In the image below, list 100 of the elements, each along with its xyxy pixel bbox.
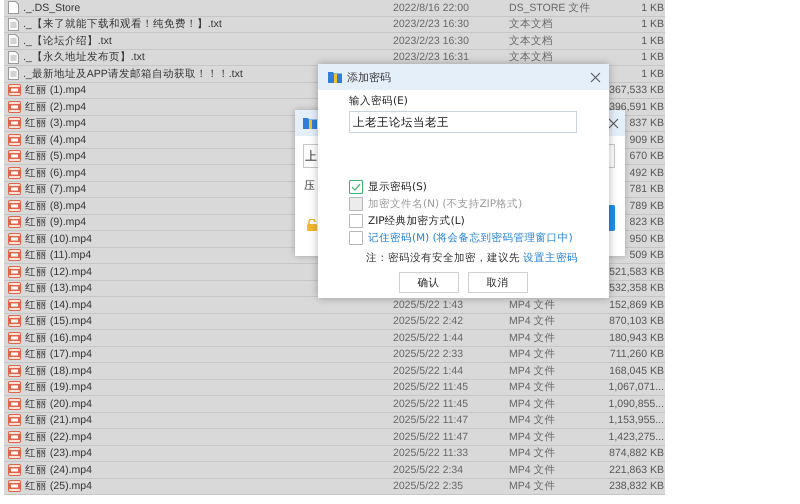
file-row[interactable]: 红丽 (22).mp4 2025/5/22 11:47 MP4 文件 1,423,275... <box>4 429 665 446</box>
file-name: 红丽 (4).mp4 <box>25 132 86 147</box>
video-file-icon <box>8 430 21 443</box>
file-row[interactable]: 红丽 (18).mp4 2025/5/22 1:44 MP4 文件 168,045 KB <box>4 363 665 380</box>
file-row[interactable]: 红丽 (16).mp4 2025/5/22 1:44 MP4 文件 180,943 KB <box>4 330 665 346</box>
file-size: 509 KB <box>630 249 665 262</box>
video-file-icon <box>8 200 21 212</box>
archive-icon <box>303 117 317 129</box>
file-type: 文本文档 <box>509 51 553 64</box>
file-type: MP4 文件 <box>509 348 556 360</box>
file-name: ._【论坛介绍】.txt <box>23 34 112 48</box>
close-icon[interactable] <box>590 72 601 82</box>
file-size: 221,863 KB <box>609 464 665 476</box>
file-date: 2025/5/22 11:33 <box>393 447 468 460</box>
file-date: 2025/5/22 1:44 <box>393 332 464 344</box>
file-row[interactable]: ._【来了就能下载和观看！纯免费！】.txt 2023/2/23 16:30 文本文档 1 KB <box>4 16 665 33</box>
file-name: 红丽 (21).mp4 <box>25 413 92 428</box>
option-checkbox[interactable]: 记住密码(M) (将会备忘到密码管理窗口中) <box>349 231 577 245</box>
file-name: 红丽 (11).mp4 <box>25 248 92 262</box>
file-date: 2025/5/22 11:45 <box>393 398 468 410</box>
file-size: 1 KB <box>641 34 665 47</box>
file-type: MP4 文件 <box>509 414 556 426</box>
set-master-password-link[interactable]: 设置主密码 <box>523 251 578 265</box>
file-size: 1 KB <box>641 2 665 14</box>
video-file-icon <box>8 414 21 426</box>
video-file-icon <box>8 134 21 146</box>
file-row[interactable]: 红丽 (17).mp4 2025/5/22 2:33 MP4 文件 711,260 KB <box>4 346 665 363</box>
file-size: 1,423,275... <box>608 430 665 443</box>
file-size: 781 KB <box>630 183 665 196</box>
file-row[interactable]: ._【论坛介绍】.txt 2023/2/23 16:30 文本文档 1 KB <box>4 33 665 50</box>
file-size: 870,103 KB <box>609 315 665 328</box>
file-date: 2025/5/22 1:44 <box>393 364 464 377</box>
file-date: 2022/8/16 22:00 <box>393 2 469 14</box>
file-row[interactable]: 红丽 (20).mp4 2025/5/22 11:45 MP4 文件 1,090,855... <box>4 396 665 412</box>
file-size: 1,090,855... <box>608 398 665 410</box>
file-name: 红丽 (5).mp4 <box>25 149 86 164</box>
file-type: MP4 文件 <box>509 464 556 476</box>
video-file-icon <box>8 348 21 360</box>
video-file-icon <box>8 315 21 328</box>
file-row[interactable]: 红丽 (25).mp4 2025/5/22 2:35 MP4 文件 238,832 KB <box>4 478 665 495</box>
file-row[interactable]: 红丽 (23).mp4 2025/5/22 11:33 MP4 文件 874,882 KB <box>4 446 665 462</box>
file-name: 红丽 (24).mp4 <box>25 462 92 477</box>
video-file-icon <box>8 150 21 162</box>
confirm-button[interactable]: 确认 <box>398 272 458 293</box>
file-size: 1 KB <box>641 68 665 80</box>
archive-icon <box>328 71 342 83</box>
check-icon <box>351 183 361 191</box>
option-checkbox[interactable]: 显示密码(S) <box>349 180 577 194</box>
file-name: ._【永久地址发布页】.txt <box>23 50 145 64</box>
video-file-icon <box>8 249 21 262</box>
file-name: ._最新地址及APP请发邮箱自动获取！！！.txt <box>23 66 243 81</box>
file-name: 红丽 (18).mp4 <box>25 364 92 378</box>
video-file-icon <box>8 398 21 410</box>
password-field[interactable]: 上老王论坛当老王 <box>349 111 577 133</box>
file-name: 红丽 (3).mp4 <box>25 116 86 130</box>
file-type: MP4 文件 <box>509 398 556 410</box>
file-type: MP4 文件 <box>509 315 556 328</box>
file-date: 2023/2/23 16:31 <box>393 51 469 64</box>
file-date: 2025/5/22 1:43 <box>393 298 464 311</box>
file-name: ._【来了就能下载和观看！纯免费！】.txt <box>23 17 222 32</box>
file-size: 909 KB <box>630 134 665 146</box>
file-size: 532,358 KB <box>609 282 665 294</box>
file-size: 492 KB <box>630 166 665 179</box>
cancel-button[interactable]: 取消 <box>468 272 528 293</box>
video-file-icon <box>8 232 21 245</box>
file-size: 1,067,071... <box>608 381 665 394</box>
file-size: 152,869 KB <box>609 298 665 311</box>
file-name: 红丽 (19).mp4 <box>25 380 92 394</box>
file-type: MP4 文件 <box>509 447 556 460</box>
file-type: MP4 文件 <box>509 430 556 443</box>
file-name: 红丽 (20).mp4 <box>25 396 92 411</box>
option-checkbox[interactable]: ZIP经典加密方式(L) <box>349 214 577 228</box>
file-date: 2025/5/22 11:47 <box>393 430 468 443</box>
file-icon <box>8 1 19 14</box>
file-name: 红丽 (22).mp4 <box>25 430 92 444</box>
file-date: 2025/5/22 2:34 <box>393 464 464 476</box>
file-name: 红丽 (1).mp4 <box>25 83 86 98</box>
file-row[interactable]: 红丽 (15).mp4 2025/5/22 2:42 MP4 文件 870,103 KB <box>4 314 665 330</box>
file-row[interactable]: 红丽 (19).mp4 2025/5/22 11:45 MP4 文件 1,067,071... <box>4 380 665 396</box>
text-file-icon <box>8 67 19 80</box>
text-file-icon <box>8 50 19 64</box>
file-size: 1,153,955... <box>608 414 665 426</box>
video-file-icon <box>8 364 21 377</box>
file-size: 1 KB <box>641 18 665 30</box>
video-file-icon <box>8 183 21 196</box>
video-file-icon <box>8 464 21 476</box>
video-file-icon <box>8 266 21 278</box>
file-size: 711,260 KB <box>610 348 665 360</box>
file-row[interactable]: ._.DS_Store 2022/8/16 22:00 DS_STORE 文件 1 KB <box>4 0 665 16</box>
file-date: 2025/5/22 11:47 <box>393 414 468 426</box>
file-row[interactable]: 红丽 (21).mp4 2025/5/22 11:47 MP4 文件 1,153,955... <box>4 412 665 429</box>
video-file-icon <box>8 166 21 179</box>
note-text: 注：密码没有安全加密，建议先 <box>366 251 520 265</box>
file-name: 红丽 (6).mp4 <box>25 166 86 180</box>
close-icon[interactable] <box>608 118 619 128</box>
file-row[interactable]: 红丽 (24).mp4 2025/5/22 2:34 MP4 文件 221,863 KB <box>4 462 665 478</box>
video-file-icon <box>8 84 21 96</box>
text-file-icon <box>8 18 19 31</box>
video-file-icon <box>8 447 21 460</box>
file-name: 红丽 (13).mp4 <box>25 281 92 296</box>
